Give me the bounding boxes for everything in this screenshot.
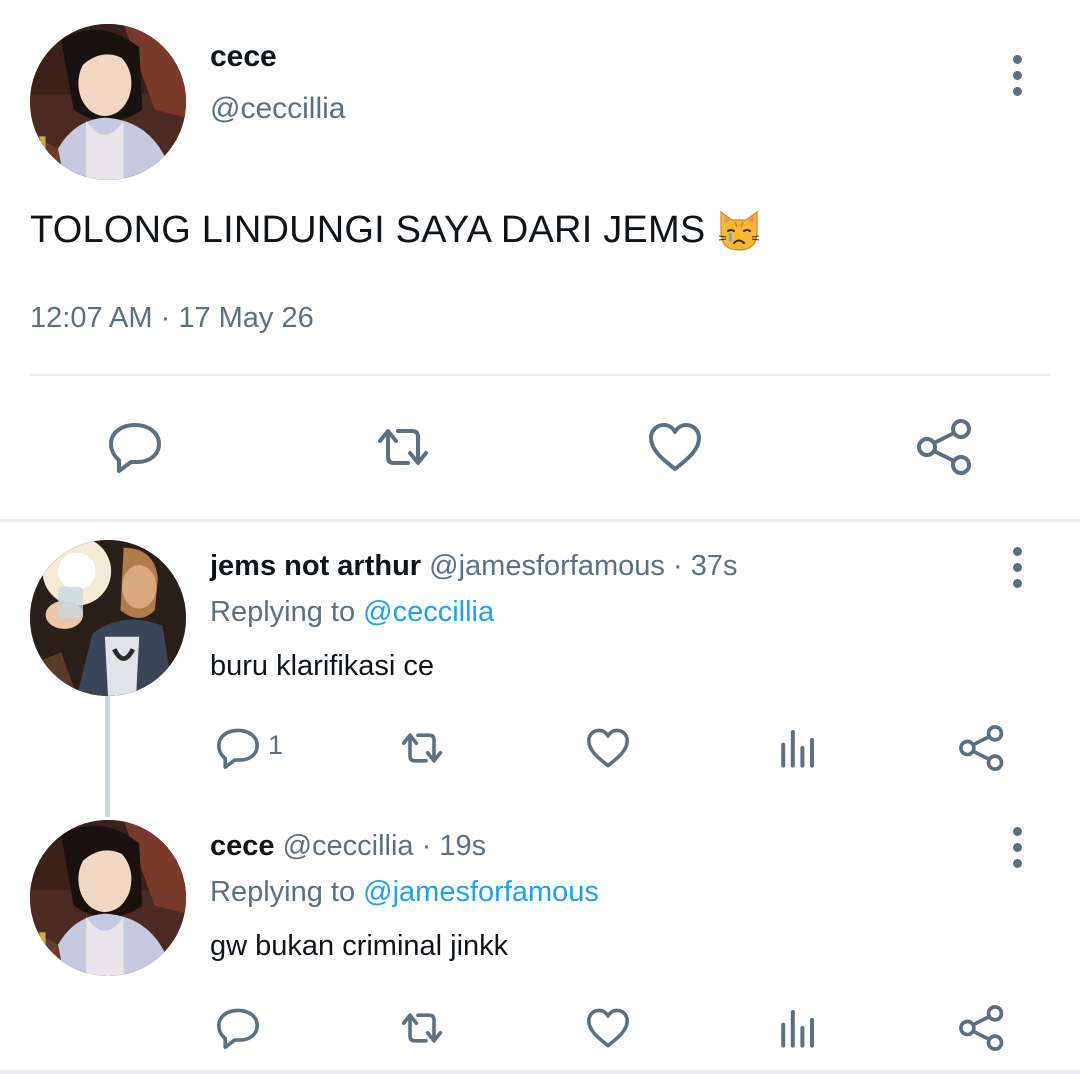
like-button[interactable] [578,998,638,1058]
tweet-timestamp: 12:07 AM · 17 May 26 [30,302,314,335]
reply-header: cece @ceccillia · 19s [210,830,486,863]
tweet-text-content: TOLONG LINDUNGI SAYA DARI JEMS [30,208,706,251]
tweet-time: 12:07 AM [30,302,153,334]
avatar-photo [30,24,186,180]
replying-to-label: Replying to [210,876,356,908]
crying-cat-face-icon [715,206,763,254]
reply-author-name[interactable]: jems not arthur [210,550,421,582]
like-button[interactable] [640,412,710,482]
share-button[interactable] [952,998,1012,1058]
analytics-button[interactable] [766,718,826,778]
main-tweet: cece @ceccillia TOLONG LINDUNGI SAYA DAR… [0,0,1080,522]
more-dot-icon [1012,562,1022,572]
author-handle[interactable]: @ceccillia [210,92,345,126]
replying-to-label: Replying to [210,596,356,628]
tweet-action-bar [0,412,1080,482]
share-icon [917,419,971,475]
more-dot-icon [1012,546,1022,556]
analytics-icon [781,1010,814,1048]
share-icon [959,725,1004,771]
reply-button[interactable] [100,412,170,482]
more-dot-icon [1012,842,1022,852]
retweet-icon [401,733,443,763]
meta-separator: · [160,302,171,334]
reply-icon [217,1008,259,1049]
meta-separator: · [672,550,683,582]
reply-author-handle[interactable]: @ceccillia [283,830,414,862]
reply-count: 1 [268,730,284,760]
divider [30,374,1050,376]
reply-button[interactable] [208,998,268,1058]
avatar[interactable] [30,24,186,180]
analytics-icon [781,730,814,768]
reply-time: 19s [439,830,487,862]
avatar[interactable] [30,820,186,976]
more-dot-icon [1012,578,1022,588]
bottom-divider [0,1070,1080,1074]
reply-button[interactable] [208,718,268,778]
heart-icon [587,728,629,768]
share-icon [959,1005,1004,1051]
analytics-button[interactable] [766,998,826,1058]
reply-author-handle[interactable]: @jamesforfamous [429,550,665,582]
reply-icon [217,728,259,769]
share-button[interactable] [952,718,1012,778]
reply-author-name[interactable]: cece [210,830,275,862]
retweet-icon [378,429,428,465]
like-button[interactable] [578,718,638,778]
more-options-button[interactable] [997,822,1037,872]
more-dot-icon [1012,54,1022,64]
avatar[interactable] [30,540,186,696]
heart-icon [587,1008,629,1048]
tweet-text: TOLONG LINDUNGI SAYA DARI JEMS [30,206,763,254]
more-dot-icon [1012,826,1022,836]
author-name[interactable]: cece [210,40,277,74]
retweet-button[interactable] [392,998,452,1058]
replying-to: Replying to @jamesforfamous [210,876,599,909]
replying-to: Replying to @ceccillia [210,596,494,629]
more-dot-icon [1012,70,1022,80]
retweet-button[interactable] [392,718,452,778]
reply-tweet[interactable]: cece @ceccillia · 19s Replying to @james… [0,802,1080,1074]
share-button[interactable] [910,412,980,482]
tweet-date: 17 May 26 [178,302,314,334]
reply-text: gw bukan criminal jinkk [210,930,509,962]
replying-to-mention[interactable]: @jamesforfamous [363,876,599,908]
avatar-photo [30,820,186,976]
reply-tweet[interactable]: jems not arthur @jamesforfamous · 37s Re… [0,522,1080,802]
tweet-detail-page: cece @ceccillia TOLONG LINDUNGI SAYA DAR… [0,0,1080,1074]
more-dot-icon [1012,858,1022,868]
reply-text: buru klarifikasi ce [210,650,435,682]
more-options-button[interactable] [997,542,1037,592]
heart-icon [649,423,701,471]
reply-icon [109,423,161,473]
replying-to-mention[interactable]: @ceccillia [363,596,494,628]
retweet-button[interactable] [368,412,438,482]
more-dot-icon [1012,86,1022,96]
reply-time: 37s [690,550,738,582]
reply-action-bar [0,998,1080,1058]
retweet-icon [401,1013,443,1043]
reply-header: jems not arthur @jamesforfamous · 37s [210,550,737,583]
avatar-photo [30,540,186,696]
more-options-button[interactable] [997,50,1037,100]
meta-separator: · [421,830,432,862]
reply-action-bar: 1 [0,718,1080,778]
